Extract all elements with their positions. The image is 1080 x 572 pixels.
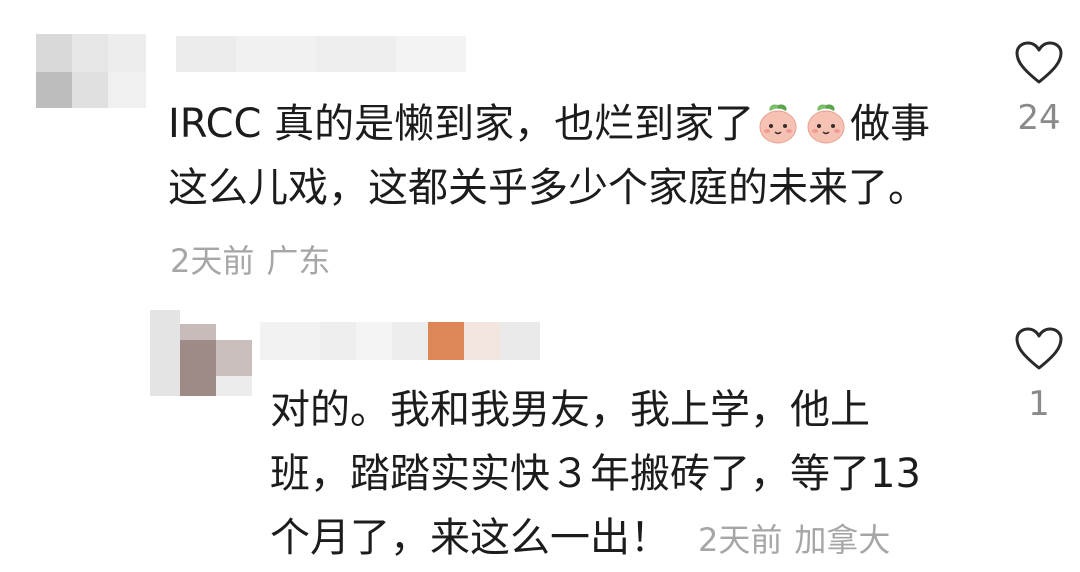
comment-line: 班，踏踏实实快３年搬砖了，等了13	[270, 451, 921, 497]
reply-text: 对的。我和我男友，我上学，他上 班，踏踏实实快３年搬砖了，等了13 个月了，来这…	[270, 378, 990, 572]
username[interactable]	[260, 322, 540, 360]
like-count: 24	[1017, 98, 1061, 138]
comment-text: IRCC 真的是懒到家，也烂到家了 做事 这么儿戏，这都关乎多少个家庭的未来了。	[168, 92, 988, 220]
username[interactable]	[176, 36, 466, 72]
comment-location: 广东	[266, 242, 331, 280]
comment-item: IRCC 真的是懒到家，也烂到家了 做事 这么儿戏，这都关乎多少个家庭的未来了。…	[0, 0, 1080, 290]
heart-icon	[1015, 327, 1063, 370]
peach-face-emoji-icon	[804, 100, 848, 144]
avatar[interactable]	[36, 34, 146, 108]
comment-line: 对的。我和我男友，我上学，他上	[270, 387, 870, 433]
like-count: 1	[1028, 384, 1050, 424]
comment-line: IRCC 真的是懒到家，也烂到家了 做事	[168, 100, 931, 147]
peach-face-emoji-icon	[756, 100, 800, 144]
comment-meta: 2天前 广东	[170, 236, 330, 282]
comment-line: 这么儿戏，这都关乎多少个家庭的未来了。	[168, 165, 928, 211]
comment-meta: 2天前 加拿大	[698, 521, 890, 559]
comment-time: 2天前	[698, 521, 783, 559]
comment-line: 个月了，来这么一出！ 2天前 加拿大	[270, 515, 891, 561]
like-button[interactable]: 1	[1004, 326, 1074, 424]
reply-item: 对的。我和我男友，我上学，他上 班，踏踏实实快３年搬砖了，等了13 个月了，来这…	[0, 290, 1080, 568]
comment-location: 加拿大	[794, 521, 891, 559]
comment-time: 2天前	[170, 242, 255, 280]
like-button[interactable]: 24	[1004, 40, 1074, 138]
heart-icon	[1015, 41, 1063, 84]
avatar[interactable]	[150, 310, 260, 396]
